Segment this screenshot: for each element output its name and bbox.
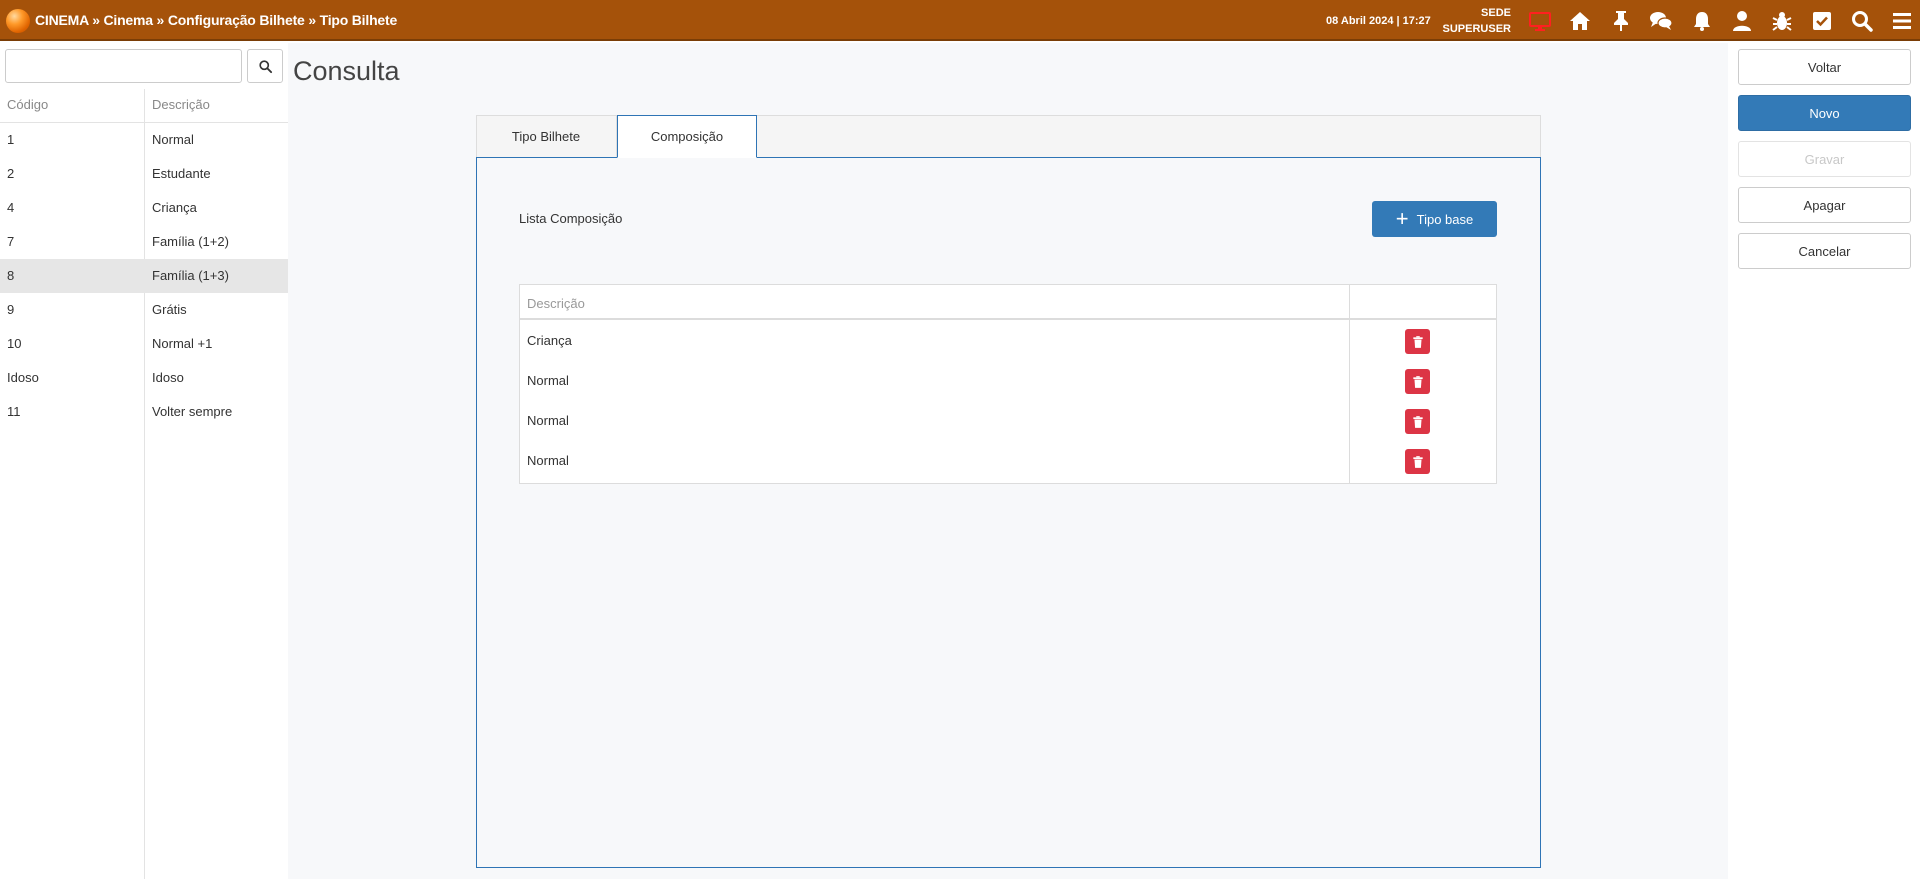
gravar-button: Gravar bbox=[1738, 141, 1911, 177]
row-description: Normal +1 bbox=[152, 336, 213, 351]
main-content: Consulta Tipo Bilhete Composição Lista C… bbox=[288, 43, 1728, 879]
search-button[interactable] bbox=[247, 49, 283, 83]
tab-panel-composicao bbox=[476, 157, 1541, 868]
cancelar-button[interactable]: Cancelar bbox=[1738, 233, 1911, 269]
list-row[interactable]: 9 Grátis bbox=[0, 293, 288, 327]
row-description: Normal bbox=[152, 132, 194, 147]
breadcrumb: CINEMA » Cinema » Configuração Bilhete »… bbox=[35, 12, 397, 28]
breadcrumb-separator: » bbox=[88, 12, 104, 28]
list-row[interactable]: 2 Estudante bbox=[0, 157, 288, 191]
date-time: 08 Abril 2024 | 17:27 bbox=[1326, 15, 1431, 27]
delete-button[interactable] bbox=[1405, 329, 1430, 354]
row-code: 2 bbox=[7, 166, 15, 181]
add-button-label: Tipo base bbox=[1416, 211, 1474, 227]
checkbox-icon[interactable] bbox=[1808, 8, 1836, 34]
list-row[interactable]: 7 Família (1+2) bbox=[0, 225, 288, 259]
bug-icon[interactable] bbox=[1768, 8, 1796, 34]
column-header-description[interactable]: Descrição bbox=[527, 296, 585, 311]
voltar-button[interactable]: Voltar bbox=[1738, 49, 1911, 85]
chat-icon[interactable] bbox=[1647, 8, 1675, 34]
delete-button[interactable] bbox=[1405, 369, 1430, 394]
pin-icon[interactable] bbox=[1607, 8, 1635, 34]
plus-icon: + bbox=[1395, 206, 1409, 231]
menu-icon[interactable] bbox=[1888, 8, 1916, 34]
composition-table: Descrição Criança Normal Normal Normal bbox=[519, 284, 1497, 484]
user-label: SUPERUSER bbox=[1442, 23, 1511, 35]
trash-icon bbox=[1412, 375, 1423, 388]
novo-button[interactable]: Novo bbox=[1738, 95, 1911, 131]
list-row[interactable]: Idoso Idoso bbox=[0, 361, 288, 395]
trash-icon bbox=[1412, 455, 1423, 468]
row-description: Normal bbox=[527, 413, 569, 428]
location-label: SEDE bbox=[1481, 7, 1511, 19]
row-code: 8 bbox=[7, 268, 15, 283]
breadcrumb-item[interactable]: Tipo Bilhete bbox=[320, 12, 398, 28]
search-input[interactable] bbox=[5, 49, 242, 83]
row-code: 1 bbox=[7, 132, 15, 147]
row-code: 9 bbox=[7, 302, 15, 317]
column-header-code[interactable]: Código bbox=[7, 97, 48, 112]
row-description: Normal bbox=[527, 453, 569, 468]
apagar-button[interactable]: Apagar bbox=[1738, 187, 1911, 223]
row-description: Normal bbox=[527, 373, 569, 388]
table-row[interactable]: Criança bbox=[520, 320, 1496, 360]
list-row[interactable]: 10 Normal +1 bbox=[0, 327, 288, 361]
breadcrumb-item[interactable]: CINEMA bbox=[35, 12, 89, 28]
row-description: Família (1+2) bbox=[152, 234, 229, 249]
breadcrumb-item[interactable]: Configuração Bilhete bbox=[168, 12, 305, 28]
home-icon[interactable] bbox=[1566, 8, 1594, 34]
row-description: Estudante bbox=[152, 166, 211, 181]
table-row[interactable]: Normal bbox=[520, 360, 1496, 400]
row-code: 7 bbox=[7, 234, 15, 249]
app-logo[interactable] bbox=[6, 9, 30, 33]
search-icon bbox=[258, 59, 272, 73]
tab-tipo-bilhete[interactable]: Tipo Bilhete bbox=[476, 115, 617, 158]
row-code: 11 bbox=[7, 404, 21, 419]
breadcrumb-item[interactable]: Cinema bbox=[103, 12, 153, 28]
row-description: Criança bbox=[527, 333, 572, 348]
row-description: Idoso bbox=[152, 370, 184, 385]
list-row[interactable]: 4 Criança bbox=[0, 191, 288, 225]
row-description: Volter sempre bbox=[152, 404, 233, 419]
monitor-icon[interactable] bbox=[1526, 8, 1554, 34]
row-description: Criança bbox=[152, 200, 197, 215]
table-row[interactable]: Normal bbox=[520, 440, 1496, 480]
add-tipo-base-button[interactable]: + Tipo base bbox=[1372, 201, 1497, 237]
row-code: 4 bbox=[7, 200, 15, 215]
delete-button[interactable] bbox=[1405, 449, 1430, 474]
list-row[interactable]: 11 Volter sempre bbox=[0, 395, 288, 429]
list-row-selected[interactable]: 8 Família (1+3) bbox=[0, 259, 288, 293]
user-info[interactable]: SEDE SUPERUSER bbox=[1435, 5, 1511, 37]
search-icon[interactable] bbox=[1848, 8, 1876, 34]
breadcrumb-separator: » bbox=[152, 12, 168, 28]
column-header-description[interactable]: Descrição bbox=[152, 97, 210, 112]
breadcrumb-separator: » bbox=[304, 12, 320, 28]
bell-icon[interactable] bbox=[1688, 8, 1716, 34]
composition-list-label: Lista Composição bbox=[519, 211, 623, 226]
top-bar: CINEMA » Cinema » Configuração Bilhete »… bbox=[0, 0, 1920, 41]
trash-icon bbox=[1412, 415, 1423, 428]
page-title: Consulta bbox=[293, 56, 400, 86]
list-row[interactable]: 1 Normal bbox=[0, 123, 288, 157]
user-icon[interactable] bbox=[1728, 8, 1756, 34]
trash-icon bbox=[1412, 335, 1423, 348]
tab-composicao[interactable]: Composição bbox=[617, 115, 757, 158]
delete-button[interactable] bbox=[1405, 409, 1430, 434]
left-list-panel: Código Descrição 1 Normal 2 Estudante 4 Cri… bbox=[0, 43, 288, 879]
row-description: Grátis bbox=[152, 302, 187, 317]
actions-panel: Voltar Novo Gravar Apagar Cancelar bbox=[1728, 43, 1920, 879]
row-code: Idoso bbox=[7, 370, 39, 385]
row-description: Família (1+3) bbox=[152, 268, 229, 283]
table-row[interactable]: Normal bbox=[520, 400, 1496, 440]
row-code: 10 bbox=[7, 336, 22, 351]
